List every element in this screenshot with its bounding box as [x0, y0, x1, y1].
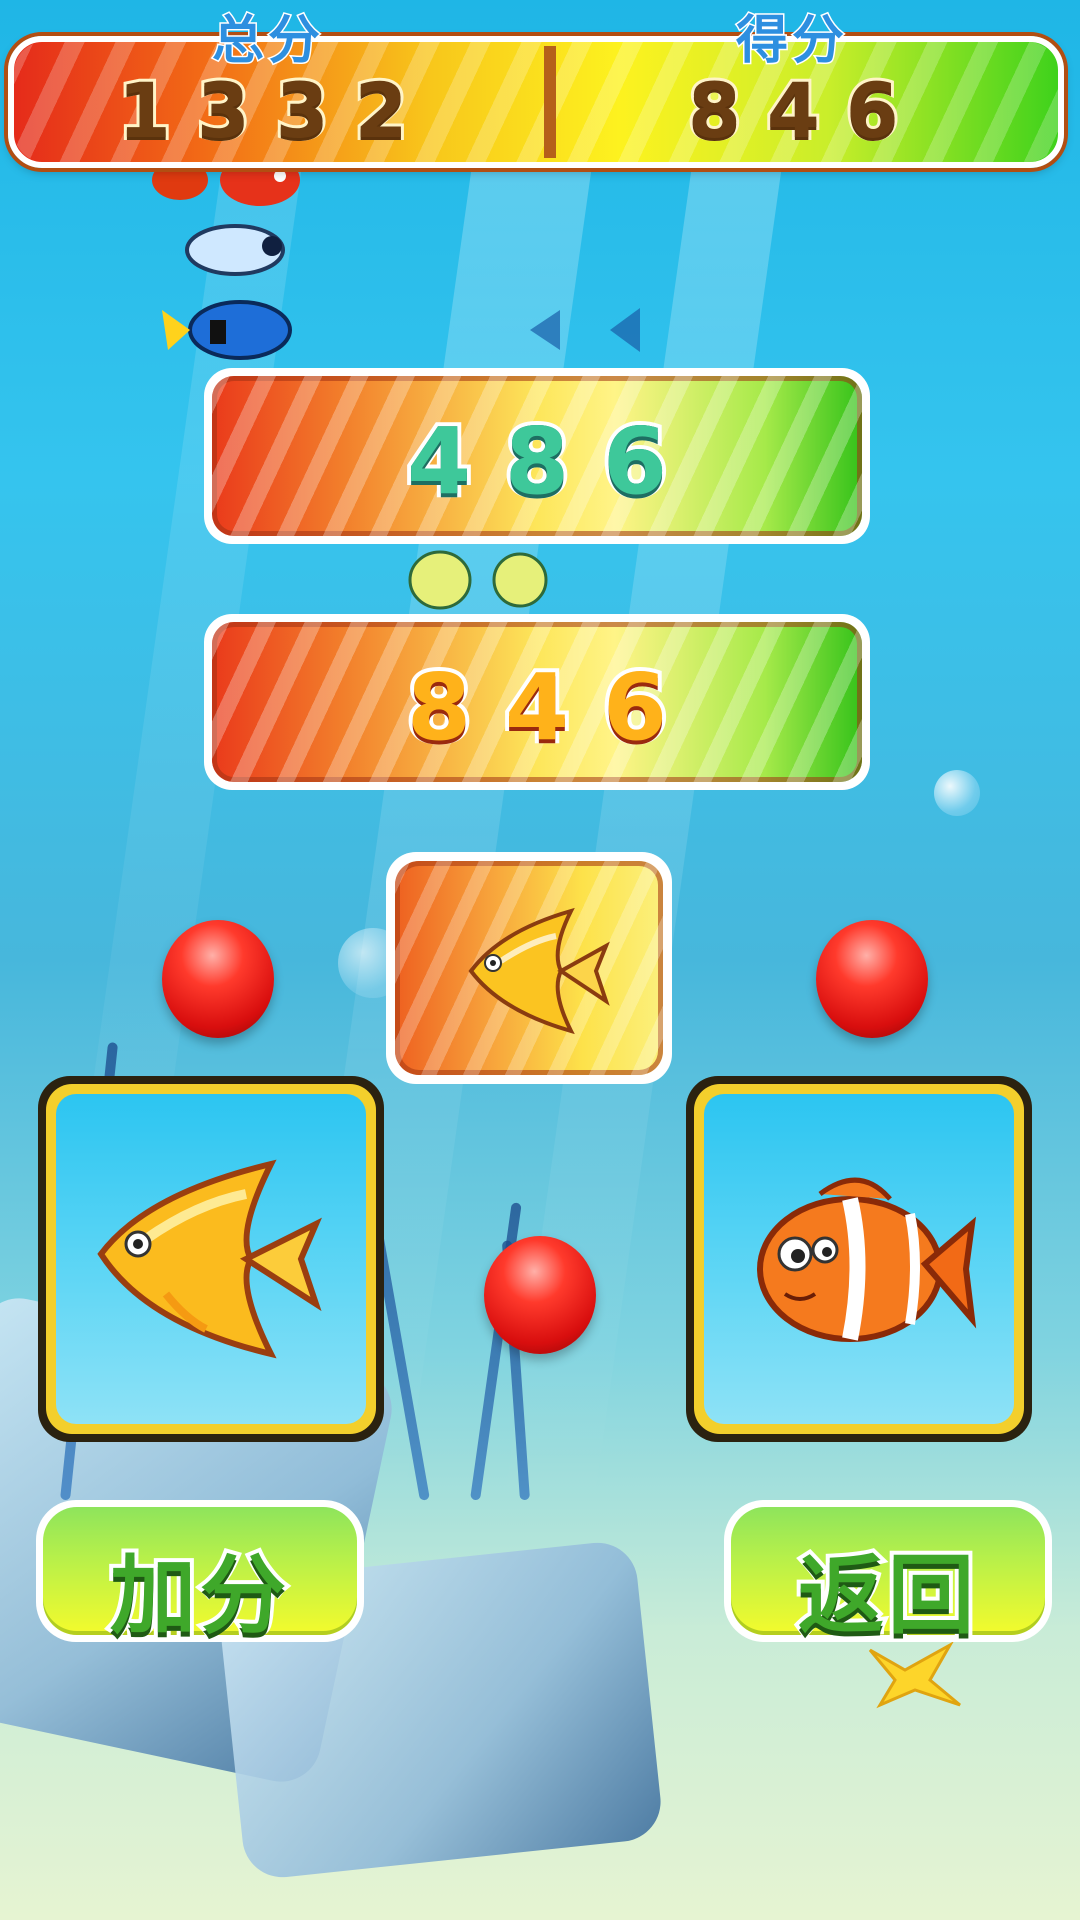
card-face	[704, 1094, 1014, 1424]
target-fish-tile	[386, 852, 672, 1084]
total-score-label: 总分	[210, 10, 325, 73]
second-value-panel: 846	[204, 614, 870, 790]
card-ring	[46, 1084, 376, 1434]
second-value-text: 846	[403, 650, 702, 765]
first-value-panel: 486	[204, 368, 870, 544]
starfish-icon	[868, 1641, 961, 1709]
score-divider	[544, 46, 556, 158]
panel-fill: 846	[212, 622, 862, 782]
add-points-button[interactable]: 加分	[36, 1500, 364, 1650]
button-fill: 返回	[731, 1507, 1045, 1650]
round-score-value: 846	[685, 63, 925, 158]
background-fish-silhouettes	[530, 308, 640, 352]
background-fish-group	[152, 160, 300, 360]
panel-fill: 486	[212, 376, 862, 536]
card-ring	[694, 1084, 1024, 1434]
bubble	[934, 770, 980, 816]
back-label: 返回	[794, 1542, 978, 1650]
red-ball-left[interactable]	[162, 920, 274, 1038]
button-fill: 加分	[43, 1507, 357, 1650]
fish-card-right[interactable]	[686, 1076, 1032, 1442]
tile-fill	[395, 861, 663, 1075]
total-score-value: 1332	[115, 63, 434, 158]
angelfish-icon	[97, 1159, 322, 1359]
card-face	[56, 1094, 366, 1424]
back-button[interactable]: 返回	[724, 1500, 1052, 1650]
red-ball-right[interactable]	[816, 920, 928, 1038]
angelfish-icon	[468, 907, 610, 1035]
add-points-label: 加分	[106, 1542, 290, 1650]
red-ball-center[interactable]	[484, 1236, 596, 1354]
round-score-label: 得分	[734, 10, 849, 73]
background-angelfish-pair	[408, 550, 548, 610]
clownfish-icon	[757, 1177, 977, 1342]
first-value-text: 486	[403, 404, 702, 519]
fish-card-left[interactable]	[38, 1076, 384, 1442]
